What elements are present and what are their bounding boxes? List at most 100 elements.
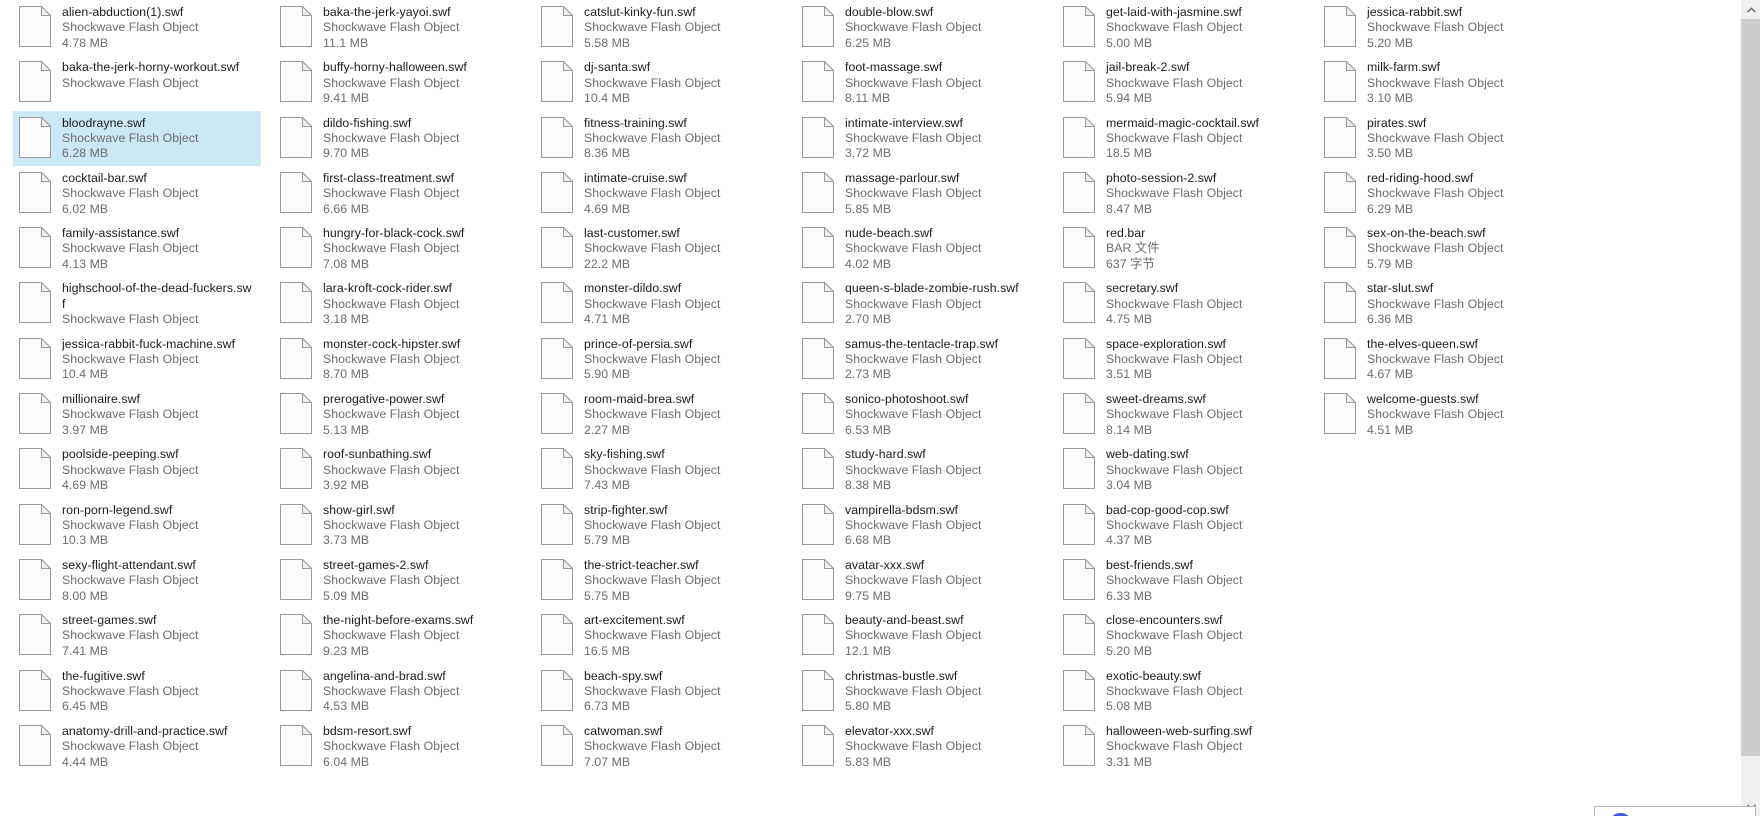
- file-item[interactable]: roof-sunbathing.swf Shockwave Flash Objec…: [274, 442, 522, 497]
- file-item[interactable]: star-slut.swf Shockwave Flash Object 6.36 …: [1318, 276, 1566, 331]
- file-item[interactable]: fitness-training.swf Shockwave Flash Obje…: [535, 111, 783, 166]
- file-item[interactable]: nude-beach.swf Shockwave Flash Object 4.02…: [796, 221, 1044, 276]
- file-item[interactable]: dildo-fishing.swf Shockwave Flash Object 9…: [274, 111, 522, 166]
- file-item[interactable]: foot-massage.swf Shockwave Flash Object 8.…: [796, 55, 1044, 110]
- file-item[interactable]: anatomy-drill-and-practice.swf Shockwave …: [13, 719, 261, 774]
- file-name: sweet-dreams.swf: [1106, 392, 1206, 407]
- file-item[interactable]: intimate-interview.swf Shockwave Flash Ob…: [796, 111, 1044, 166]
- file-item[interactable]: best-friends.swf Shockwave Flash Object 6.…: [1057, 553, 1305, 608]
- file-item[interactable]: prerogative-power.swf Shockwave Flash Obj…: [274, 387, 522, 442]
- file-item[interactable]: last-customer.swf Shockwave Flash Object 2…: [535, 221, 783, 276]
- file-item[interactable]: buffy-horny-halloween.swf Shockwave Flash…: [274, 55, 522, 110]
- file-item[interactable]: samus-the-tentacle-trap.swf Shockwave Fla…: [796, 332, 1044, 387]
- file-item[interactable]: highschool-of-the-dead-fuckers.swf Shockw…: [13, 276, 261, 331]
- file-item[interactable]: beauty-and-beast.swf Shockwave Flash Obje…: [796, 608, 1044, 663]
- file-item-text: sweet-dreams.swf Shockwave Flash Object 8.…: [1106, 391, 1299, 438]
- file-item[interactable]: family-assistance.swf Shockwave Flash Obj…: [13, 221, 261, 276]
- file-item[interactable]: poolside-peeping.swf Shockwave Flash Obje…: [13, 442, 261, 497]
- file-item[interactable]: space-exploration.swf Shockwave Flash Obj…: [1057, 332, 1305, 387]
- file-item[interactable]: sky-fishing.swf Shockwave Flash Object 7.4…: [535, 442, 783, 497]
- file-item[interactable]: welcome-guests.swf Shockwave Flash Object…: [1318, 387, 1566, 442]
- file-name: close-encounters.swf: [1106, 613, 1223, 628]
- file-item[interactable]: street-games.swf Shockwave Flash Object 7.…: [13, 608, 261, 663]
- file-item[interactable]: secretary.swf Shockwave Flash Object 4.75 …: [1057, 276, 1305, 331]
- file-item[interactable]: catslut-kinky-fun.swf Shockwave Flash Obj…: [535, 0, 783, 55]
- file-item[interactable]: street-games-2.swf Shockwave Flash Object…: [274, 553, 522, 608]
- generic-file-icon: [1324, 116, 1356, 158]
- file-item[interactable]: hungry-for-black-cock.swf Shockwave Flash…: [274, 221, 522, 276]
- file-item[interactable]: alien-abduction(1).swf Shockwave Flash Ob…: [13, 0, 261, 55]
- file-item[interactable]: beach-spy.swf Shockwave Flash Object 6.73 …: [535, 664, 783, 719]
- file-item[interactable]: monster-dildo.swf Shockwave Flash Object 4…: [535, 276, 783, 331]
- file-item[interactable]: vampirella-bdsm.swf Shockwave Flash Objec…: [796, 498, 1044, 553]
- file-item[interactable]: sexy-flight-attendant.swf Shockwave Flash…: [13, 553, 261, 608]
- file-item[interactable]: mermaid-magic-cocktail.swf Shockwave Flas…: [1057, 111, 1305, 166]
- file-item[interactable]: milk-farm.swf Shockwave Flash Object 3.10 …: [1318, 55, 1566, 110]
- file-item[interactable]: web-dating.swf Shockwave Flash Object 3.04…: [1057, 442, 1305, 497]
- file-explorer-content-pane[interactable]: alien-abduction(1).swf Shockwave Flash Ob…: [0, 0, 1760, 816]
- generic-file-icon: [19, 724, 51, 766]
- file-item[interactable]: pirates.swf Shockwave Flash Object 3.50 MB: [1318, 111, 1566, 166]
- file-item[interactable]: sex-on-the-beach.swf Shockwave Flash Obje…: [1318, 221, 1566, 276]
- file-item[interactable]: double-blow.swf Shockwave Flash Object 6.2…: [796, 0, 1044, 55]
- file-item[interactable]: show-girl.swf Shockwave Flash Object 3.73 …: [274, 498, 522, 553]
- file-item[interactable]: massage-parlour.swf Shockwave Flash Objec…: [796, 166, 1044, 221]
- file-type: Shockwave Flash Object: [584, 351, 721, 366]
- file-item[interactable]: the-elves-queen.swf Shockwave Flash Objec…: [1318, 332, 1566, 387]
- file-item[interactable]: monster-cock-hipster.swf Shockwave Flash …: [274, 332, 522, 387]
- file-item[interactable]: bad-cop-good-cop.swf Shockwave Flash Obje…: [1057, 498, 1305, 553]
- file-type: Shockwave Flash Object: [845, 241, 982, 256]
- file-item[interactable]: dj-santa.swf Shockwave Flash Object 10.4 M…: [535, 55, 783, 110]
- file-item-text: room-maid-brea.swf Shockwave Flash Object…: [584, 391, 777, 438]
- scrollbar-thumb[interactable]: [1741, 19, 1760, 756]
- file-name: fitness-training.swf: [584, 115, 687, 130]
- file-item[interactable]: catwoman.swf Shockwave Flash Object 7.07 M…: [535, 719, 783, 774]
- file-item[interactable]: red-riding-hood.swf Shockwave Flash Objec…: [1318, 166, 1566, 221]
- file-item[interactable]: jail-break-2.swf Shockwave Flash Object 5.…: [1057, 55, 1305, 110]
- file-item[interactable]: art-excitement.swf Shockwave Flash Object…: [535, 608, 783, 663]
- file-item[interactable]: prince-of-persia.swf Shockwave Flash Obje…: [535, 332, 783, 387]
- file-item[interactable]: sonico-photoshoot.swf Shockwave Flash Obj…: [796, 387, 1044, 442]
- file-item[interactable]: room-maid-brea.swf Shockwave Flash Object…: [535, 387, 783, 442]
- file-item[interactable]: christmas-bustle.swf Shockwave Flash Obje…: [796, 664, 1044, 719]
- file-item[interactable]: jessica-rabbit.swf Shockwave Flash Object…: [1318, 0, 1566, 55]
- file-item[interactable]: intimate-cruise.swf Shockwave Flash Objec…: [535, 166, 783, 221]
- scroll-up-button[interactable]: [1741, 0, 1760, 19]
- file-item[interactable]: ron-porn-legend.swf Shockwave Flash Objec…: [13, 498, 261, 553]
- file-item[interactable]: bloodrayne.swf Shockwave Flash Object 6.28…: [13, 110, 261, 166]
- file-item[interactable]: first-class-treatment.swf Shockwave Flash…: [274, 166, 522, 221]
- file-item[interactable]: halloween-web-surfing.swf Shockwave Flash…: [1057, 719, 1305, 774]
- file-item[interactable]: sweet-dreams.swf Shockwave Flash Object 8.…: [1057, 387, 1305, 442]
- file-item[interactable]: angelina-and-brad.swf Shockwave Flash Obj…: [274, 664, 522, 719]
- file-grid[interactable]: alien-abduction(1).swf Shockwave Flash Ob…: [0, 0, 1740, 816]
- file-item[interactable]: avatar-xxx.swf Shockwave Flash Object 9.75…: [796, 553, 1044, 608]
- file-item[interactable]: exotic-beauty.swf Shockwave Flash Object 5…: [1057, 664, 1305, 719]
- file-item-lines: street-games.swf Shockwave Flash Object 7.…: [62, 613, 255, 659]
- file-item[interactable]: queen-s-blade-zombie-rush.swf Shockwave F…: [796, 276, 1044, 331]
- file-item-lines: jessica-rabbit-fuck-machine.swf Shockwave…: [62, 337, 255, 383]
- file-item[interactable]: baka-the-jerk-horny-workout.swf Shockwave…: [13, 55, 261, 110]
- file-item[interactable]: bdsm-resort.swf Shockwave Flash Object 6.0…: [274, 719, 522, 774]
- file-item[interactable]: close-encounters.swf Shockwave Flash Obje…: [1057, 608, 1305, 663]
- file-item[interactable]: the-strict-teacher.swf Shockwave Flash Ob…: [535, 553, 783, 608]
- file-item-lines: baka-the-jerk-horny-workout.swf Shockwave…: [62, 60, 255, 91]
- file-item[interactable]: photo-session-2.swf Shockwave Flash Objec…: [1057, 166, 1305, 221]
- file-item[interactable]: study-hard.swf Shockwave Flash Object 8.38…: [796, 442, 1044, 497]
- file-item[interactable]: the-night-before-exams.swf Shockwave Flas…: [274, 608, 522, 663]
- file-item[interactable]: strip-fighter.swf Shockwave Flash Object 5…: [535, 498, 783, 553]
- file-item[interactable]: lara-kroft-cock-rider.swf Shockwave Flash…: [274, 276, 522, 331]
- generic-file-icon: [280, 448, 312, 490]
- generic-file-icon: [1063, 503, 1095, 545]
- file-item[interactable]: elevator-xxx.swf Shockwave Flash Object 5.…: [796, 719, 1044, 774]
- file-item[interactable]: millionaire.swf Shockwave Flash Object 3.9…: [13, 387, 261, 442]
- vertical-scrollbar[interactable]: [1740, 0, 1760, 816]
- file-item[interactable]: the-fugitive.swf Shockwave Flash Object 6.…: [13, 664, 261, 719]
- file-item[interactable]: jessica-rabbit-fuck-machine.swf Shockwave…: [13, 332, 261, 387]
- file-item[interactable]: baka-the-jerk-yayoi.swf Shockwave Flash O…: [274, 0, 522, 55]
- file-item[interactable]: cocktail-bar.swf Shockwave Flash Object 6.…: [13, 166, 261, 221]
- file-item[interactable]: get-laid-with-jasmine.swf Shockwave Flash…: [1057, 0, 1305, 55]
- file-item[interactable]: red.bar BAR 文件 637 字节: [1057, 221, 1305, 276]
- file-name: the-night-before-exams.swf: [323, 613, 474, 628]
- bottom-notification-popup[interactable]: [1594, 806, 1756, 816]
- file-type: Shockwave Flash Object: [845, 573, 982, 588]
